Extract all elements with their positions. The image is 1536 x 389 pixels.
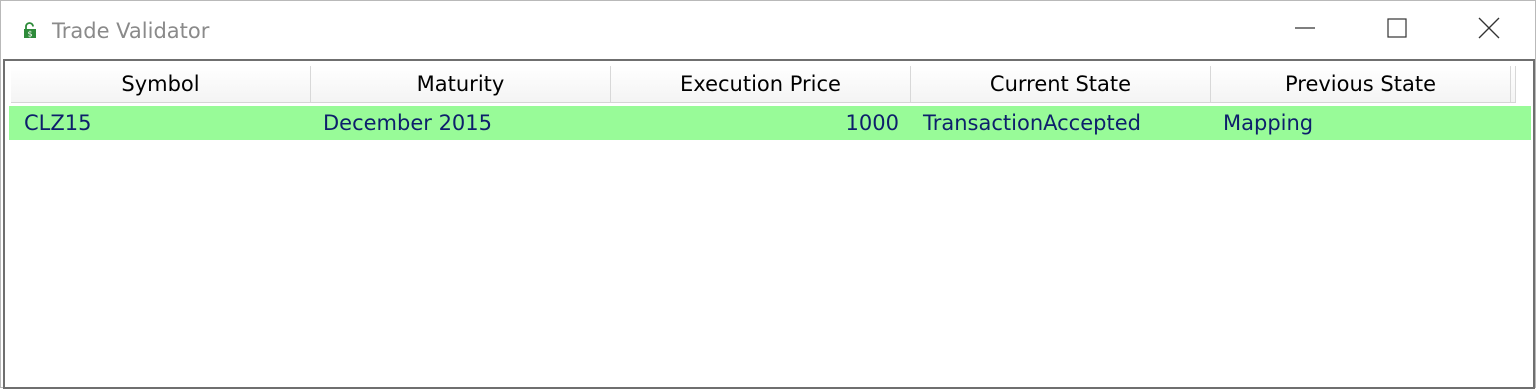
maximize-icon (1387, 18, 1407, 42)
trade-grid: Symbol Maturity Execution Price Current … (3, 59, 1535, 389)
column-header-symbol[interactable]: Symbol (11, 66, 311, 102)
column-header-maturity[interactable]: Maturity (311, 66, 611, 102)
window-title: Trade Validator (52, 19, 210, 43)
column-header-previous-state[interactable]: Previous State (1211, 66, 1511, 102)
close-button[interactable] (1443, 1, 1535, 59)
minimize-button[interactable] (1259, 1, 1351, 59)
trade-validator-window: $ Trade Validator Symbol Maturity Execut… (0, 0, 1536, 389)
cell-previous-state: Mapping (1223, 111, 1314, 135)
table-row[interactable]: CLZ15 December 2015 1000 TransactionAcce… (9, 106, 1531, 140)
column-header-execution-price[interactable]: Execution Price (611, 66, 911, 102)
cell-symbol: CLZ15 (24, 111, 92, 135)
cell-maturity: December 2015 (323, 111, 493, 135)
column-header-current-state[interactable]: Current State (911, 66, 1211, 102)
cell-current-state: TransactionAccepted (923, 111, 1141, 135)
cell-execution-price: 1000 (845, 111, 899, 135)
column-header-filler (1511, 66, 1516, 102)
lock-dollar-icon: $ (22, 22, 39, 39)
title-bar[interactable]: $ Trade Validator (1, 1, 1535, 59)
maximize-button[interactable] (1351, 1, 1443, 59)
grid-header: Symbol Maturity Execution Price Current … (11, 66, 1516, 103)
minimize-icon (1295, 18, 1315, 42)
close-icon (1478, 17, 1500, 43)
svg-text:$: $ (27, 30, 32, 39)
